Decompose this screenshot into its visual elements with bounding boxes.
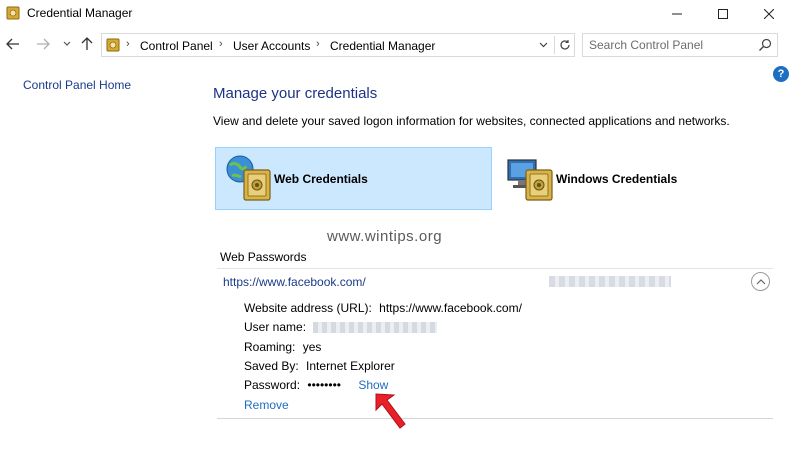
section-heading-web-passwords: Web Passwords [220, 250, 307, 264]
breadcrumb-separator-icon: › [316, 38, 320, 50]
breadcrumb-user-accounts[interactable]: User Accounts [233, 39, 310, 53]
detail-saved-by: Saved By: Internet Explorer [244, 359, 395, 373]
title-bar: Credential Manager [0, 0, 792, 28]
credential-entry-date-blurred [549, 276, 671, 287]
navigation-bar: › Control Panel › User Accounts › Creden… [0, 31, 792, 59]
breadcrumb-credential-manager[interactable]: Credential Manager [330, 39, 435, 53]
maximize-button[interactable] [700, 0, 746, 28]
breadcrumb-control-panel[interactable]: Control Panel [140, 39, 213, 53]
divider [217, 418, 773, 419]
maximize-icon [718, 9, 728, 19]
credential-entry-header[interactable]: https://www.facebook.com/ [217, 269, 773, 295]
back-arrow-icon [6, 38, 19, 50]
detail-username-label: User name: [244, 320, 307, 334]
tab-windows-credentials[interactable]: Windows Credentials [497, 147, 774, 210]
page-title: Manage your credentials [213, 85, 378, 102]
page-description: View and delete your saved logon informa… [213, 114, 730, 128]
detail-username-value-blurred [313, 322, 438, 334]
detail-roaming: Roaming: yes [244, 340, 321, 354]
address-bar[interactable]: › Control Panel › User Accounts › Creden… [101, 33, 575, 57]
detail-password: Password: •••••••• Show [244, 378, 388, 392]
minimize-icon [672, 13, 682, 15]
minimize-button[interactable] [654, 0, 700, 28]
control-panel-icon [106, 38, 120, 52]
help-icon[interactable]: ? [773, 66, 789, 82]
detail-website-value: https://www.facebook.com/ [379, 301, 522, 315]
forward-arrow-icon [37, 38, 50, 50]
detail-password-value: •••••••• [307, 378, 341, 392]
detail-website: Website address (URL): https://www.faceb… [244, 301, 522, 315]
tab-web-credentials[interactable]: Web Credentials [215, 147, 492, 210]
refresh-button[interactable] [556, 36, 574, 54]
recent-locations-button[interactable] [58, 35, 76, 53]
detail-saved-by-label: Saved By: [244, 359, 299, 373]
close-button[interactable] [746, 0, 792, 28]
chevron-up-icon [756, 278, 765, 284]
back-button[interactable] [4, 35, 22, 53]
control-panel-home-link[interactable]: Control Panel Home [23, 78, 131, 92]
watermark: www.wintips.org [327, 228, 443, 245]
detail-roaming-value: yes [302, 340, 322, 354]
up-button[interactable] [78, 35, 96, 53]
web-credentials-icon [226, 155, 271, 201]
detail-saved-by-value: Internet Explorer [306, 359, 395, 373]
chevron-down-icon [63, 41, 71, 46]
tab-web-credentials-label: Web Credentials [274, 172, 368, 186]
address-divider [554, 36, 555, 54]
breadcrumb-separator-icon: › [219, 38, 223, 50]
windows-credentials-icon [507, 159, 553, 201]
close-icon [764, 9, 774, 19]
detail-username: User name: [244, 320, 438, 334]
address-dropdown-button[interactable] [534, 37, 552, 53]
credential-entry-url[interactable]: https://www.facebook.com/ [223, 275, 366, 289]
credential-manager-app-icon [6, 6, 20, 20]
window-title: Credential Manager [27, 6, 133, 20]
search-box[interactable] [582, 33, 778, 57]
detail-website-label: Website address (URL): [244, 301, 372, 315]
refresh-icon [560, 40, 570, 50]
up-arrow-icon [81, 37, 93, 50]
chevron-down-icon [539, 42, 547, 48]
collapse-button[interactable] [751, 272, 770, 291]
forward-button[interactable] [34, 35, 52, 53]
search-input[interactable] [589, 37, 749, 53]
detail-password-label: Password: [244, 378, 301, 392]
detail-roaming-label: Roaming: [244, 340, 296, 354]
remove-credential-link[interactable]: Remove [244, 398, 289, 412]
breadcrumb-separator-icon: › [126, 38, 130, 50]
red-arrow-annotation-icon [375, 393, 406, 429]
tab-windows-credentials-label: Windows Credentials [556, 172, 678, 186]
search-icon[interactable] [757, 37, 773, 53]
